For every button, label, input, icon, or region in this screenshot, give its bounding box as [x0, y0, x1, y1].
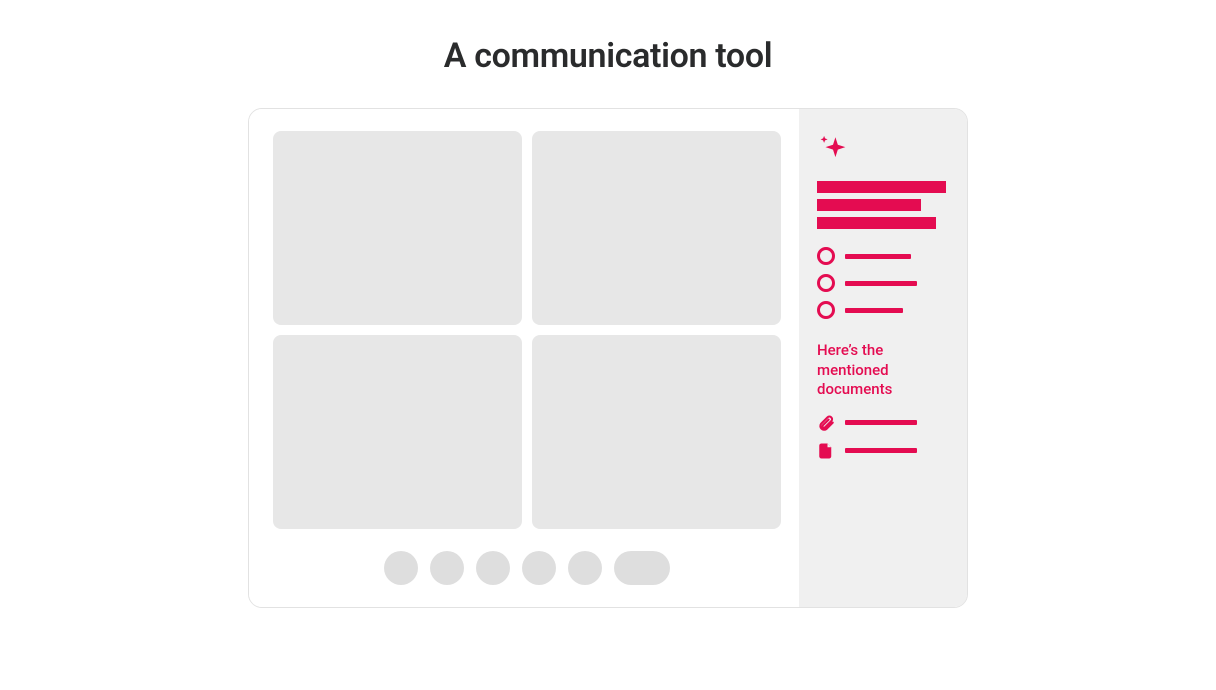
option-label-placeholder	[845, 281, 917, 286]
text-bar	[817, 199, 921, 211]
document-name-placeholder	[845, 420, 917, 425]
documents-heading: Here’s the mentioned documents	[817, 341, 951, 400]
document-name-placeholder	[845, 448, 917, 453]
video-tile[interactable]	[273, 335, 522, 529]
summary-placeholder	[817, 181, 951, 229]
option-label-placeholder	[845, 254, 911, 259]
video-tile[interactable]	[532, 131, 781, 325]
text-bar	[817, 181, 946, 193]
app-window: Here’s the mentioned documents	[248, 108, 968, 608]
control-button[interactable]	[568, 551, 602, 585]
control-button[interactable]	[522, 551, 556, 585]
control-button[interactable]	[430, 551, 464, 585]
page-title: A communication tool	[444, 36, 772, 76]
option-item[interactable]	[817, 247, 951, 265]
ai-side-panel: Here’s the mentioned documents	[799, 109, 967, 607]
radio-icon	[817, 301, 835, 319]
sparkle-icon	[817, 133, 851, 167]
control-button[interactable]	[476, 551, 510, 585]
video-tile[interactable]	[273, 131, 522, 325]
main-area	[249, 109, 799, 607]
option-item[interactable]	[817, 274, 951, 292]
video-tile[interactable]	[532, 335, 781, 529]
control-button[interactable]	[384, 551, 418, 585]
text-bar	[817, 217, 936, 229]
file-icon	[817, 442, 835, 460]
document-list	[817, 414, 951, 460]
radio-icon	[817, 274, 835, 292]
paperclip-icon	[817, 414, 835, 432]
option-list	[817, 247, 951, 319]
option-item[interactable]	[817, 301, 951, 319]
control-bar	[273, 529, 781, 589]
option-label-placeholder	[845, 308, 903, 313]
document-item[interactable]	[817, 414, 951, 432]
radio-icon	[817, 247, 835, 265]
end-call-button[interactable]	[614, 551, 670, 585]
video-grid	[273, 131, 781, 529]
document-item[interactable]	[817, 442, 951, 460]
